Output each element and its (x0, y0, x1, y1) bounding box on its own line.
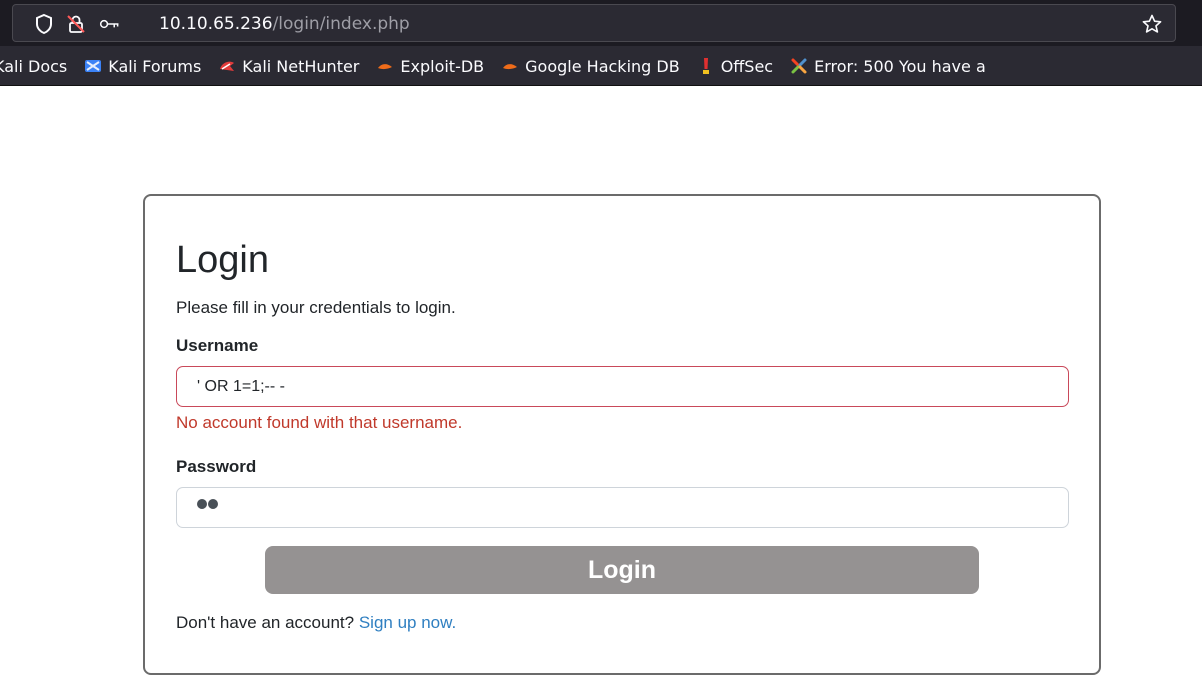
kali-forums-icon (85, 60, 102, 72)
signup-prompt-text: Don't have an account? (176, 613, 355, 632)
username-error: No account found with that username. (176, 413, 463, 432)
bookmark-label: Exploit-DB (400, 56, 485, 76)
address-bar[interactable]: 10.10.65.236/login/index.php (12, 4, 1176, 42)
bookmark-label: Google Hacking DB (525, 56, 680, 76)
username-label: Username (176, 336, 259, 355)
page-title: Login (176, 239, 269, 281)
url-text[interactable]: 10.10.65.236/login/index.php (159, 13, 410, 35)
shield-icon[interactable] (33, 13, 55, 35)
password-input[interactable] (176, 487, 1069, 528)
lock-slash-icon[interactable] (65, 13, 87, 35)
url-path: /login/index.php (272, 14, 410, 34)
bookmark-kali-docs[interactable]: Kali Docs (0, 46, 76, 85)
ghdb-icon (503, 64, 518, 70)
browser-toolbar: 10.10.65.236/login/index.php (0, 0, 1202, 46)
login-instructions: Please fill in your credentials to login… (176, 298, 456, 317)
login-button[interactable]: Login (265, 546, 979, 594)
bookmark-star-icon[interactable] (1141, 13, 1163, 35)
login-card: Login Please fill in your credentials to… (143, 194, 1101, 675)
password-label: Password (176, 457, 257, 476)
bookmark-label: Kali Docs (0, 56, 68, 76)
bookmark-label: Kali Forums (108, 56, 202, 76)
signup-prompt: Don't have an account? Sign up now. (176, 613, 456, 633)
bookmark-google-hacking-db[interactable]: Google Hacking DB (493, 46, 689, 85)
bookmark-error-500[interactable]: Error: 500 You have a (782, 46, 995, 85)
offsec-icon (702, 58, 709, 74)
signup-link[interactable]: Sign up now. (359, 613, 456, 632)
bookmark-label: Error: 500 You have a (814, 56, 986, 76)
joomla-icon (791, 58, 807, 74)
bookmark-offsec[interactable]: OffSec (689, 46, 782, 85)
bookmark-kali-nethunter[interactable]: Kali NetHunter (210, 46, 368, 85)
bookmarks-toolbar: Kali Docs Kali Forums Kali NetHunter Exp… (0, 46, 1202, 86)
bookmark-label: Kali NetHunter (242, 56, 360, 76)
bookmark-label: OffSec (720, 56, 774, 76)
exploit-db-icon (378, 64, 393, 70)
url-host: 10.10.65.236 (159, 14, 273, 34)
key-icon[interactable] (99, 13, 121, 35)
kali-nethunter-icon (220, 61, 235, 71)
bookmark-kali-forums[interactable]: Kali Forums (76, 46, 210, 85)
username-input[interactable] (176, 366, 1069, 407)
bookmark-exploit-db[interactable]: Exploit-DB (368, 46, 493, 85)
